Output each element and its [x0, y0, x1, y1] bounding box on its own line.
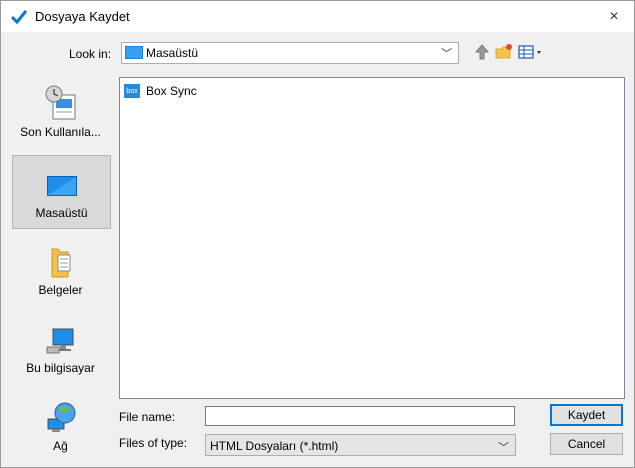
network-globe-icon	[47, 402, 75, 432]
places-bar: Son Kullanıla... Masaüstü Belgeler Bu bi…	[12, 75, 111, 461]
look-in-dropdown[interactable]: Masaüstü ﹀	[121, 42, 459, 64]
look-in-value: Masaüstü	[146, 46, 199, 60]
new-folder-icon[interactable]	[495, 43, 513, 61]
place-documents[interactable]: Belgeler	[12, 233, 109, 305]
file-name: Box Sync	[146, 84, 197, 98]
place-recent[interactable]: Son Kullanıla...	[12, 75, 109, 147]
up-folder-icon[interactable]	[474, 43, 490, 61]
save-button[interactable]: Kaydet	[550, 404, 623, 426]
computer-icon	[46, 328, 73, 354]
file-name-input[interactable]	[205, 406, 515, 426]
place-this-pc[interactable]: Bu bilgisayar	[12, 311, 109, 383]
save-dialog: Dosyaya Kaydet × Look in: Masaüstü ﹀ Son…	[0, 0, 635, 468]
place-label: Belgeler	[38, 283, 83, 297]
chevron-down-icon: ﹀	[498, 442, 509, 454]
place-label: Ağ	[53, 439, 68, 453]
recent-places-icon	[45, 85, 75, 120]
checkmark-icon	[11, 10, 27, 25]
close-icon: ×	[609, 7, 619, 25]
place-desktop[interactable]: Masaüstü	[12, 155, 111, 229]
file-list[interactable]: box Box Sync	[119, 77, 625, 399]
list-item[interactable]: box Box Sync	[124, 82, 197, 100]
file-name-label: File name:	[119, 410, 176, 424]
place-label: Son Kullanıla...	[20, 125, 101, 139]
close-button[interactable]: ×	[594, 1, 634, 32]
chevron-down-icon: ﹀	[441, 48, 452, 60]
box-sync-icon: box	[124, 84, 140, 98]
look-in-label: Look in:	[69, 47, 112, 61]
file-type-value: HTML Dosyaları (*.html)	[210, 439, 339, 453]
desktop-icon	[125, 46, 143, 59]
file-type-label: Files of type:	[119, 436, 188, 450]
window-title: Dosyaya Kaydet	[35, 9, 130, 24]
place-network[interactable]: Ağ	[12, 389, 109, 461]
place-label: Masaüstü	[35, 206, 88, 220]
cancel-button[interactable]: Cancel	[550, 433, 623, 455]
file-type-dropdown[interactable]: HTML Dosyaları (*.html) ﹀	[205, 434, 516, 456]
desktop-icon	[46, 176, 77, 196]
view-menu-icon[interactable]	[518, 43, 544, 61]
title-bar: Dosyaya Kaydet ×	[1, 1, 634, 32]
place-label: Bu bilgisayar	[26, 361, 95, 375]
documents-folder-icon	[51, 248, 70, 278]
